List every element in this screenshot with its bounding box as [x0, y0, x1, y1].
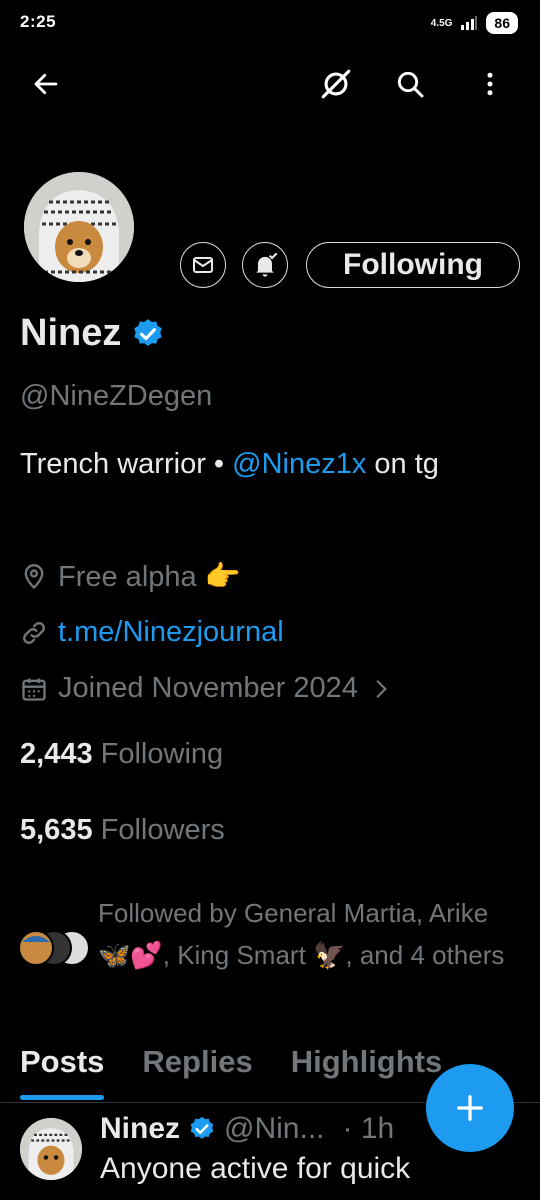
search-icon — [397, 71, 424, 98]
status-indicators: 4.5G 86 — [431, 12, 518, 34]
verified-badge-icon — [190, 1116, 214, 1139]
post-avatar[interactable] — [20, 1118, 82, 1180]
network-label: 4.5G — [430, 17, 453, 29]
location-row: Free alpha 👉 — [20, 560, 241, 594]
following-label: Following — [100, 738, 224, 770]
bio-text: Trench warrior • — [20, 448, 233, 480]
following-count-link[interactable]: 2,443 Following — [20, 738, 223, 771]
message-button[interactable] — [180, 242, 226, 288]
verified-badge-icon[interactable] — [131, 317, 165, 351]
followed-by-avatars[interactable] — [16, 928, 96, 968]
grok-button[interactable] — [314, 62, 358, 106]
profile-name-row: Ninez — [20, 312, 165, 355]
post-author-name[interactable]: Ninez — [100, 1112, 180, 1146]
notifications-button[interactable] — [242, 242, 288, 288]
dog-keffiyeh-avatar-icon — [24, 172, 134, 282]
back-arrow-icon — [34, 73, 58, 95]
bio-suffix: on tg — [366, 448, 439, 480]
following-count: 2,443 — [20, 738, 93, 770]
followers-label: Followers — [100, 814, 225, 846]
search-button[interactable] — [388, 62, 432, 106]
link-icon — [23, 621, 45, 644]
website-link[interactable]: t.me/Ninezjournal — [58, 616, 284, 649]
battery-badge: 86 — [486, 12, 518, 34]
tab-replies[interactable]: Replies — [142, 1044, 252, 1080]
profile-bio: Trench warrior • @Ninez1x on tg — [20, 442, 520, 486]
signal-icon — [461, 16, 478, 30]
tab-posts[interactable]: Posts — [20, 1044, 105, 1100]
compose-post-button[interactable] — [426, 1064, 514, 1152]
bio-mention-link[interactable]: @Ninez1x — [232, 448, 366, 480]
plus-icon — [457, 1095, 483, 1121]
chevron-right-icon — [376, 679, 387, 698]
post-author-handle: @Nin... — [224, 1112, 325, 1145]
dog-keffiyeh-avatar-icon — [20, 1118, 82, 1180]
calendar-icon — [22, 678, 46, 701]
active-tab-indicator — [20, 1095, 105, 1100]
joined-text: Joined November 2024 — [58, 672, 358, 704]
mail-icon — [193, 257, 213, 273]
back-button[interactable] — [24, 62, 68, 106]
location-pin-icon — [24, 564, 44, 590]
mutual-avatars-icon — [18, 930, 90, 966]
grok-icon — [321, 69, 351, 99]
profile-avatar[interactable] — [20, 168, 138, 286]
following-button[interactable]: Following — [306, 242, 520, 288]
more-options-button[interactable] — [468, 62, 512, 106]
post-text[interactable]: Anyone active for quick — [100, 1152, 410, 1186]
post-header: Ninez @Nin... · 1h — [100, 1112, 394, 1146]
bell-check-icon — [256, 252, 278, 277]
joined-row[interactable]: Joined November 2024 — [20, 672, 394, 705]
followers-count: 5,635 — [20, 814, 93, 846]
profile-name: Ninez — [20, 312, 122, 354]
tab-highlights[interactable]: Highlights — [291, 1044, 443, 1080]
post-time: · 1h — [342, 1112, 395, 1145]
location-text: Free alpha 👉 — [58, 561, 241, 593]
tab-posts-label: Posts — [20, 1044, 105, 1079]
status-time: 2:25 — [20, 12, 57, 31]
followers-count-link[interactable]: 5,635 Followers — [20, 814, 225, 847]
profile-tabs: Posts Replies Highlights — [20, 1044, 443, 1100]
profile-handle: @NineZDegen — [20, 380, 213, 412]
website-row: t.me/Ninezjournal — [20, 616, 284, 649]
followed-by-text[interactable]: Followed by General Martia, Arike 🦋💕, Ki… — [98, 892, 518, 976]
more-vertical-icon — [487, 72, 493, 96]
